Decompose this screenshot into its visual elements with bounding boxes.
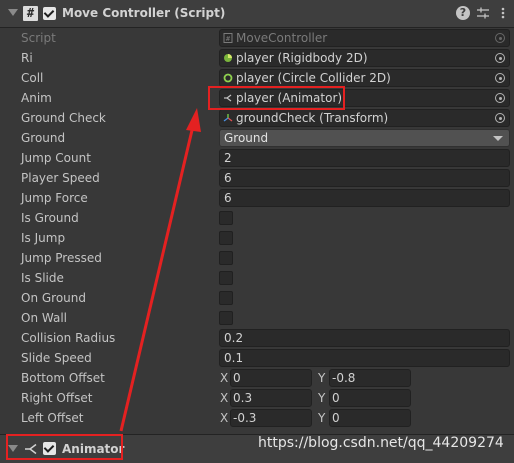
watermark-text: https://blog.csdn.net/qq_44209274 bbox=[258, 435, 504, 451]
annotation-arrow bbox=[119, 108, 201, 432]
